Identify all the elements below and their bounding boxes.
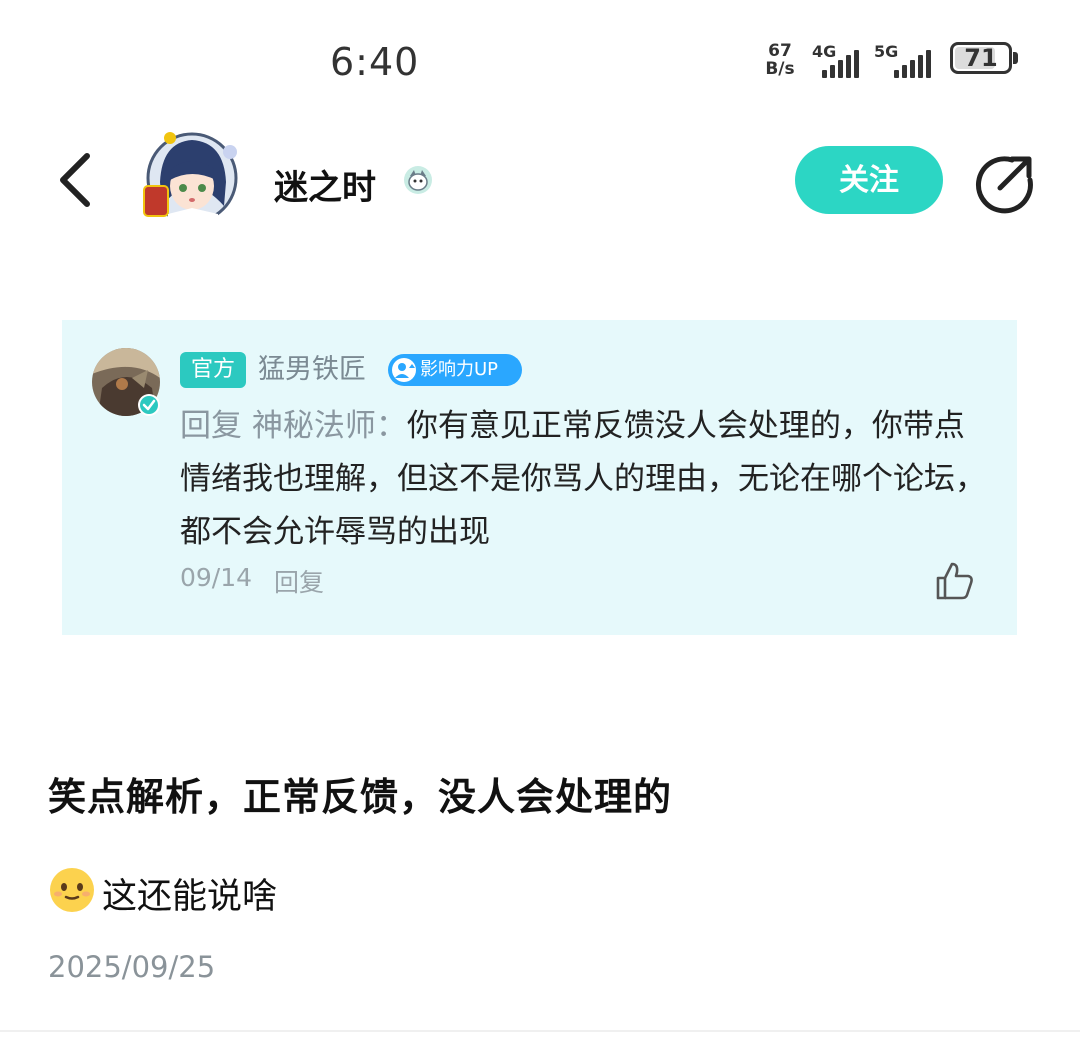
influence-icon bbox=[392, 358, 416, 382]
like-thumb-icon[interactable] bbox=[934, 560, 976, 602]
influence-tag-label: 影响力UP bbox=[420, 359, 499, 380]
status-time: 6:40 bbox=[330, 40, 420, 84]
influence-tag: 影响力UP bbox=[388, 354, 522, 386]
reply-date: 09/14 bbox=[180, 563, 253, 592]
verified-icon bbox=[138, 394, 160, 416]
reply-button[interactable]: 回复 bbox=[274, 563, 324, 599]
reply-prefix: 回复 神秘法师： bbox=[180, 408, 407, 444]
battery-tip bbox=[1013, 52, 1018, 64]
emoji-smile-icon bbox=[50, 868, 94, 912]
official-tag: 官方 bbox=[180, 352, 246, 388]
post-headline: 笑点解析，正常反馈，没人会处理的 bbox=[48, 775, 673, 819]
username[interactable]: 迷之时 bbox=[274, 160, 376, 209]
battery-icon: 71 bbox=[950, 42, 1012, 74]
network-speed-unit: B/s bbox=[765, 59, 795, 79]
share-icon[interactable] bbox=[974, 152, 1036, 214]
signal-4g-icon: 4G bbox=[812, 42, 864, 78]
post-subtext: 这还能说啥 bbox=[102, 877, 278, 917]
user-badge-icon bbox=[404, 166, 432, 194]
follow-button[interactable]: 关注 bbox=[795, 146, 943, 214]
battery-level: 71 bbox=[964, 44, 998, 72]
post-date: 2025/09/25 bbox=[48, 950, 216, 984]
reply-content: 回复 神秘法师：你有意见正常反馈没人会处理的，你带点情绪我也理解，但这不是你骂人… bbox=[180, 400, 990, 559]
network-speed-value: 67 bbox=[768, 41, 792, 61]
divider bbox=[0, 1030, 1080, 1032]
network-speed: 67 B/s bbox=[760, 42, 800, 78]
reply-author-name[interactable]: 猛男铁匠 bbox=[258, 352, 366, 388]
signal-5g-icon: 5G bbox=[874, 42, 931, 78]
user-avatar[interactable] bbox=[138, 128, 244, 224]
back-arrow-icon[interactable] bbox=[55, 152, 95, 208]
